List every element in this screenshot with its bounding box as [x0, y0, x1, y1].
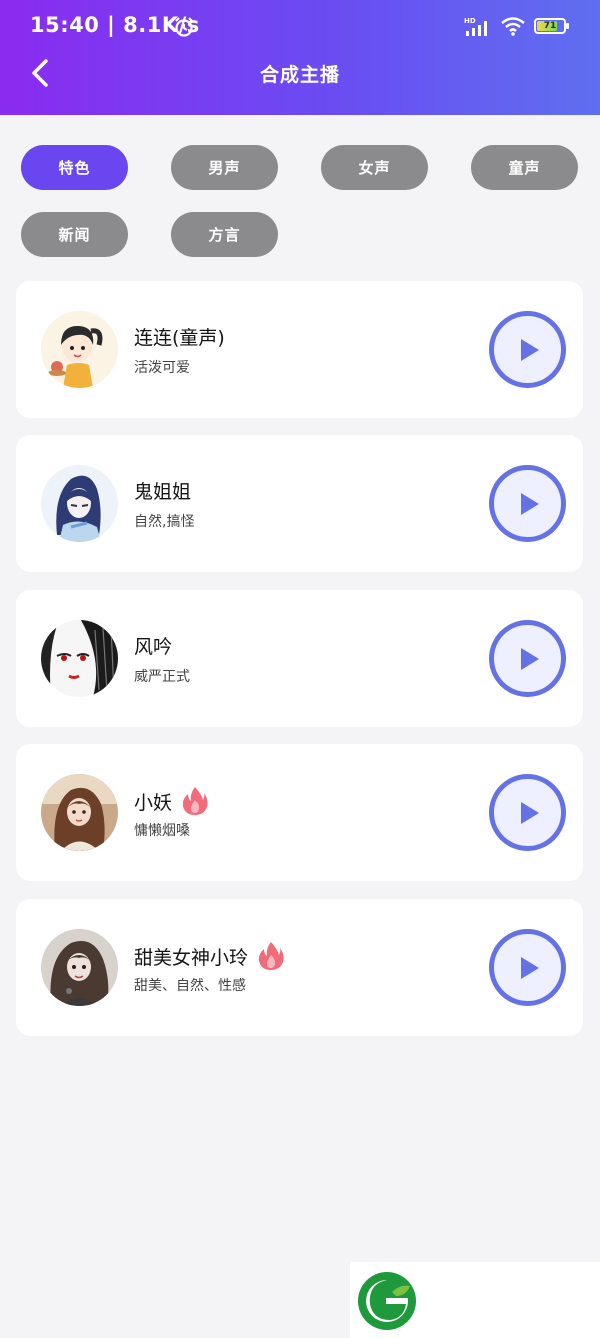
play-button[interactable] [489, 774, 566, 851]
anchor-name-text: 连连(童声) [134, 327, 225, 349]
play-icon [520, 956, 539, 979]
battery-level: 71 [543, 21, 557, 31]
status-bar: 15:40 | 8.1K/s HD 71 [0, 0, 600, 52]
anchor-name: 连连(童声) [134, 323, 225, 350]
anchor-desc: 活泼可爱 [134, 360, 190, 376]
filter-chip-dialect[interactable]: 方言 [171, 212, 278, 257]
battery-icon: 71 [534, 18, 569, 34]
anchor-desc: 甜美、自然、性感 [134, 978, 246, 994]
flame-icon [182, 787, 208, 815]
anchor-name-text: 甜美女神小玲 [134, 946, 249, 969]
anchor-desc: 慵懒烟嗓 [134, 823, 190, 839]
anchor-card[interactable]: 鬼姐姐 自然,搞怪 [16, 435, 583, 572]
signal-icon: HD [464, 17, 487, 36]
anchor-name-text: 鬼姐姐 [134, 481, 192, 503]
play-button[interactable] [489, 465, 566, 542]
flame-icon [258, 942, 284, 970]
anchor-card[interactable]: 小妖 慵懒烟嗓 [16, 744, 583, 881]
filter-chip-special[interactable]: 特色 [21, 145, 128, 190]
alarm-icon [175, 17, 193, 37]
anchor-name: 鬼姐姐 [134, 477, 191, 504]
avatar [41, 929, 118, 1006]
filter-chip-news[interactable]: 新闻 [21, 212, 128, 257]
anchor-card[interactable]: 连连(童声) 活泼可爱 [16, 281, 583, 418]
anchor-name-text: 小妖 [134, 791, 173, 814]
play-button[interactable] [489, 929, 566, 1006]
app-logo [350, 1262, 600, 1338]
anchor-name: 小妖 [134, 786, 208, 816]
anchor-desc: 威严正式 [134, 669, 190, 685]
anchor-name-text: 风吟 [134, 636, 173, 658]
avatar [41, 311, 118, 388]
filter-chip-female[interactable]: 女声 [321, 145, 428, 190]
network-label: HD [464, 17, 476, 25]
anchor-card[interactable]: 风吟 威严正式 [16, 590, 583, 727]
header: 15:40 | 8.1K/s HD 71 合成主播 [0, 0, 600, 115]
play-icon [520, 492, 539, 515]
play-icon [520, 801, 539, 824]
avatar [41, 620, 118, 697]
avatar [41, 465, 118, 542]
play-icon [520, 338, 539, 361]
play-button[interactable] [489, 311, 566, 388]
anchor-desc: 自然,搞怪 [134, 514, 195, 530]
status-icons: HD 71 [464, 16, 569, 36]
avatar [41, 774, 118, 851]
page-title: 合成主播 [259, 64, 340, 86]
play-icon [520, 647, 539, 670]
anchor-name: 风吟 [134, 632, 172, 659]
anchor-name: 甜美女神小玲 [134, 941, 284, 971]
filter-chip-child[interactable]: 童声 [471, 145, 578, 190]
app-logo-icon [358, 1272, 416, 1330]
wifi-icon [501, 17, 525, 36]
play-button[interactable] [489, 620, 566, 697]
filter-chip-male[interactable]: 男声 [171, 145, 278, 190]
anchor-card[interactable]: 甜美女神小玲 甜美、自然、性感 [16, 899, 583, 1036]
